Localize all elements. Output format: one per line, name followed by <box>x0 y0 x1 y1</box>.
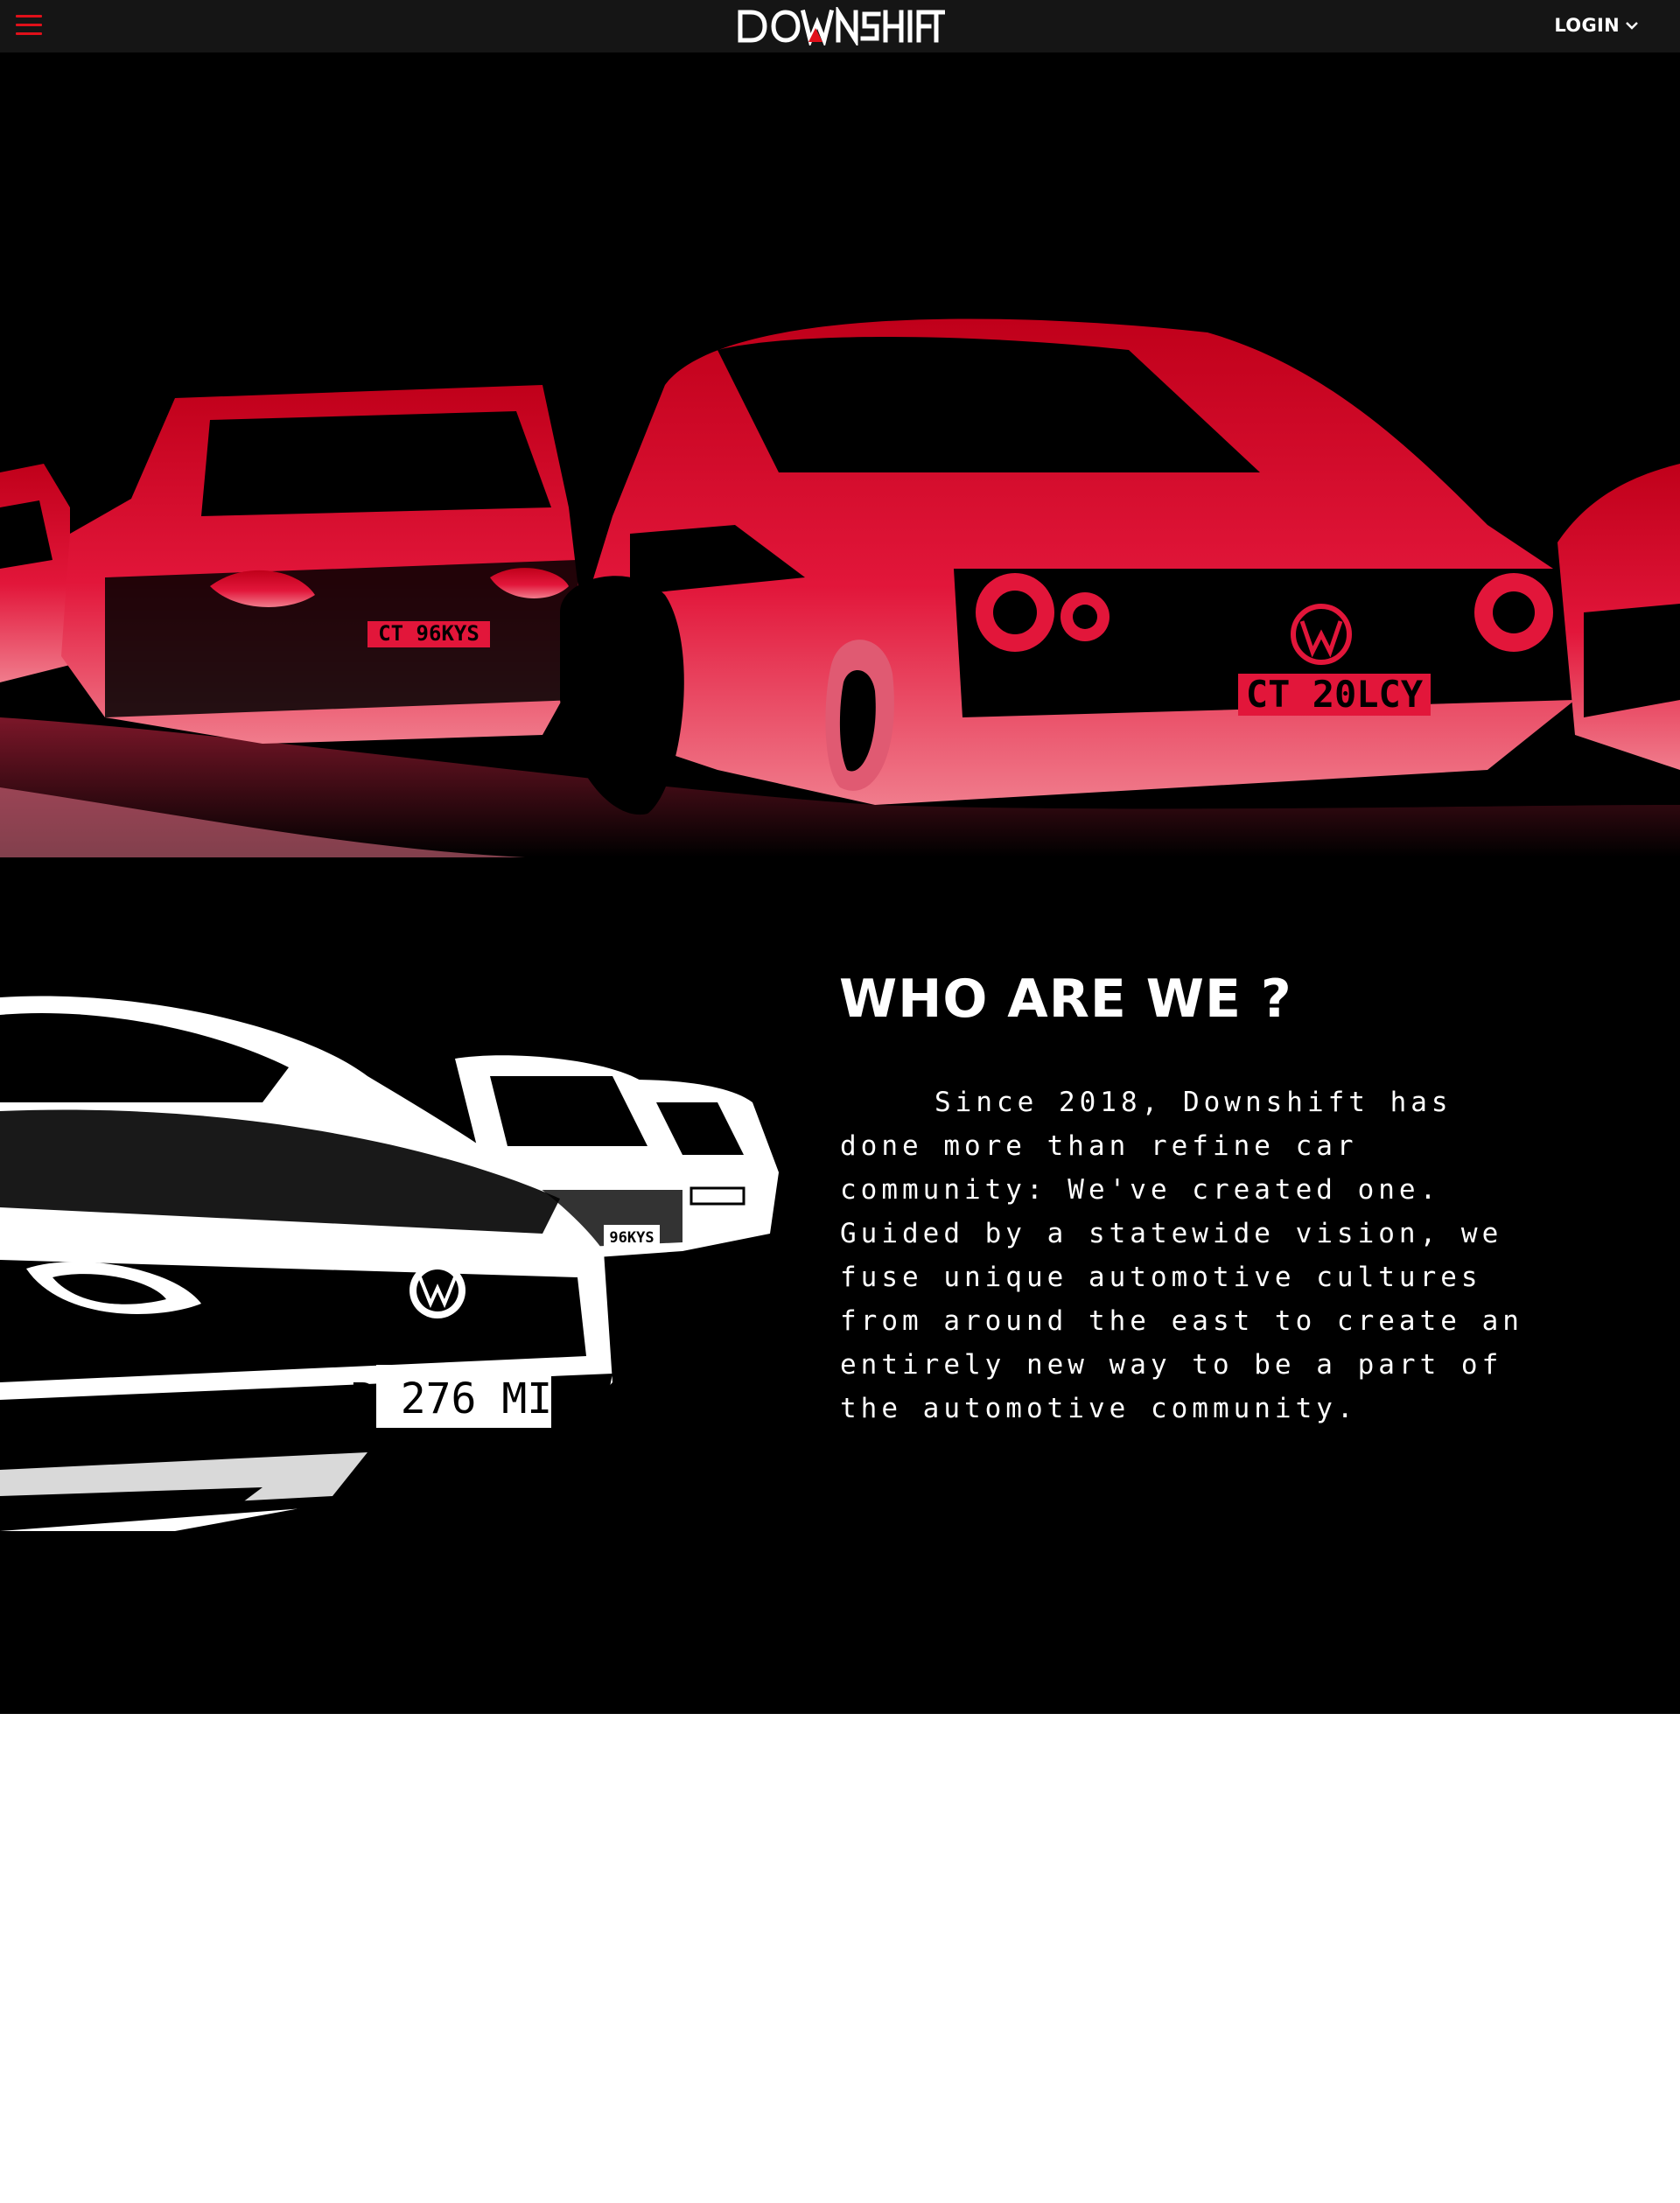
about-paragraph: Since 2018, Downshift has done more than… <box>840 1087 1523 1424</box>
hero-plate-1: CT 96KYS <box>378 621 480 646</box>
side-plate-1: B 276 MIH <box>350 1374 578 1423</box>
login-dropdown[interactable]: LOGIN <box>1554 12 1639 38</box>
login-label: LOGIN <box>1554 15 1620 36</box>
about-section: CT 96KYS CT 20LCY 96KYS B 276 MIH WHO AR… <box>0 52 1680 1714</box>
about-title: WHO ARE WE ? <box>839 969 1292 1030</box>
chevron-down-icon <box>1626 22 1638 30</box>
side-plate-2: 96KYS <box>609 1229 654 1247</box>
hero-cars-image: CT 96KYS CT 20LCY <box>0 318 1680 857</box>
side-cars-image: 96KYS B 276 MIH <box>0 996 779 1531</box>
downshift-logo[interactable] <box>735 7 945 45</box>
navbar: LOGIN <box>0 0 1680 52</box>
menu-icon[interactable] <box>16 15 42 38</box>
hero-plate-2: CT 20LCY <box>1246 673 1424 716</box>
